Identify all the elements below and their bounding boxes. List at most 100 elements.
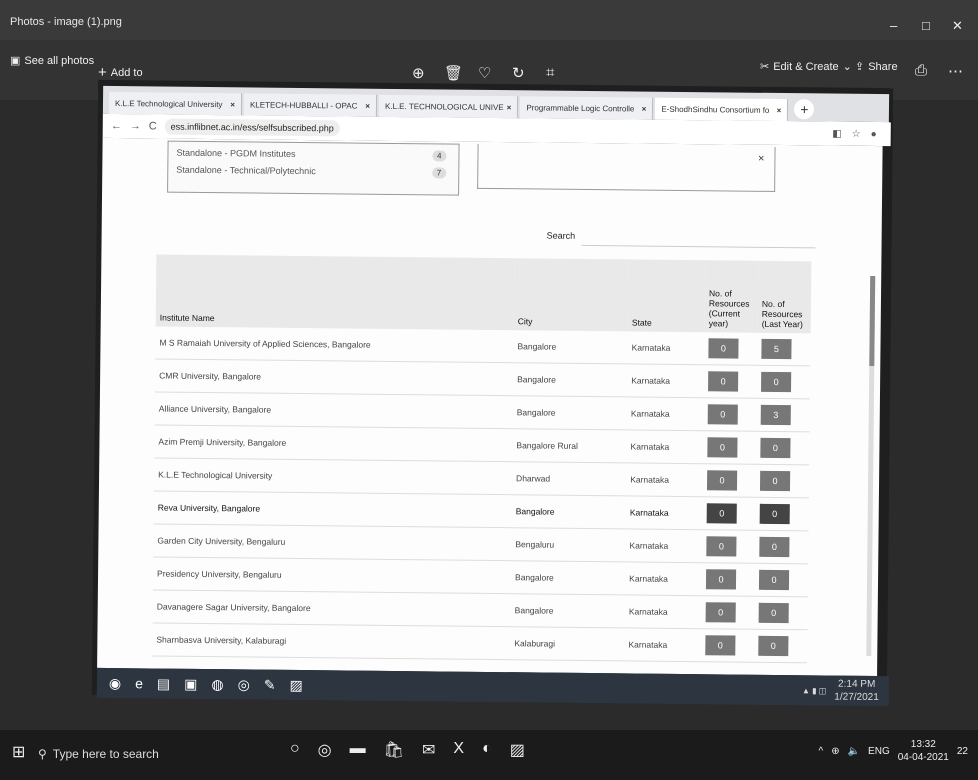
extension-icon[interactable]: ◧: [832, 128, 842, 139]
chrome-icon[interactable]: ◎: [318, 740, 332, 760]
tray-icons: ▲ ▮ ◫: [802, 685, 827, 696]
browser-tab[interactable]: KLETECH-HUBBALLI - OPAC ×: [243, 93, 378, 117]
taskbar-clock[interactable]: 13:32 04-04-2021: [898, 738, 949, 764]
media-icon[interactable]: ▣: [184, 675, 197, 692]
profile-icon[interactable]: ●: [871, 128, 877, 139]
resource-count-button[interactable]: 0: [706, 536, 737, 557]
share-button[interactable]: ⇪ Share: [855, 60, 898, 74]
maximize-icon[interactable]: □: [922, 18, 930, 33]
browser-tab[interactable]: Programmable Logic Controlle ×: [520, 96, 654, 120]
store-icon[interactable]: 🛍: [384, 740, 404, 760]
delete-icon[interactable]: 🗑: [444, 64, 463, 82]
close-icon[interactable]: ×: [365, 101, 370, 110]
search-input[interactable]: [581, 224, 816, 249]
browser-tab-active[interactable]: E-ShodhSindhu Consortium fo ×: [655, 97, 789, 122]
close-icon[interactable]: ×: [777, 105, 782, 114]
back-icon[interactable]: ←: [111, 120, 122, 132]
firefox-icon[interactable]: ◍: [211, 676, 223, 693]
close-icon[interactable]: ×: [758, 153, 765, 165]
print-icon[interactable]: ⎙: [915, 62, 927, 79]
resource-count-button[interactable]: 0: [708, 371, 739, 392]
language-indicator[interactable]: ENG: [868, 746, 890, 757]
table-row: Sharnbasva University, Kalaburagi Kalabur…: [152, 622, 808, 663]
resource-count-button[interactable]: 0: [760, 437, 791, 459]
task-view-icon[interactable]: ○: [290, 740, 300, 760]
search-label: Search: [546, 230, 576, 241]
resource-count-button[interactable]: 3: [760, 404, 791, 426]
windows-start-icon[interactable]: ⊞: [12, 742, 25, 762]
institutes-table: Institute Name City State No. of Resourc…: [152, 254, 812, 663]
close-icon[interactable]: ×: [642, 104, 647, 113]
resource-count-button[interactable]: 0: [761, 371, 792, 393]
resource-count-button[interactable]: 0: [759, 503, 790, 525]
web-page: Standalone - PGDM Institutes 4 Standalon…: [97, 137, 883, 677]
photographed-clock: 2:14 PM 1/27/2021: [834, 678, 879, 704]
resource-count-button[interactable]: 0: [707, 437, 738, 458]
photo-content: K.L.E Technological University × KLETECH-…: [91, 79, 894, 707]
star-icon[interactable]: ☆: [852, 128, 861, 139]
add-to-button[interactable]: + Add to: [98, 64, 143, 81]
photos-icon[interactable]: ▨: [510, 740, 525, 760]
close-icon[interactable]: ×: [230, 100, 235, 109]
start-icon[interactable]: ◉: [109, 674, 121, 691]
chrome-icon[interactable]: ◎: [238, 676, 250, 693]
column-header-city[interactable]: City: [513, 258, 629, 332]
plus-icon: +: [98, 64, 107, 81]
more-icon[interactable]: ⋯: [948, 62, 963, 80]
column-header-last[interactable]: No. of Resources (Last Year): [757, 260, 812, 334]
file-icon[interactable]: ▤: [157, 675, 170, 692]
edge-icon[interactable]: e: [135, 675, 143, 691]
edit-create-button[interactable]: ✂ Edit & Create ⌄: [760, 60, 852, 74]
close-icon[interactable]: ×: [507, 103, 512, 112]
system-tray: ^ ⊕ 🔈 ENG 13:32 04-04-2021 22: [819, 738, 969, 764]
reload-icon[interactable]: C: [149, 120, 157, 132]
zoom-icon[interactable]: ⊕: [412, 64, 425, 82]
resource-count-button[interactable]: 0: [758, 602, 789, 624]
media-player-icon[interactable]: ◐: [482, 740, 492, 760]
forward-icon[interactable]: →: [130, 120, 141, 132]
new-tab-button[interactable]: +: [794, 99, 815, 120]
browser-tab[interactable]: K.L.E Technological University ×: [108, 91, 243, 116]
column-header-current[interactable]: No. of Resources (Current year): [704, 260, 759, 333]
filter-item[interactable]: Standalone - PGDM Institutes 4: [168, 142, 458, 162]
resource-count-button[interactable]: 0: [705, 602, 736, 623]
taskbar-search[interactable]: ⚲ Type here to search: [38, 738, 268, 770]
resource-count-button[interactable]: 0: [759, 536, 790, 558]
column-header-name[interactable]: Institute Name: [155, 254, 515, 331]
photographed-tray: ▲ ▮ ◫ 2:14 PM 1/27/2021: [802, 677, 889, 704]
resource-count-button[interactable]: 0: [706, 470, 738, 491]
resource-count-button[interactable]: 0: [705, 569, 737, 590]
resource-count-button[interactable]: 0: [708, 338, 739, 359]
resource-count-button[interactable]: 0: [758, 569, 790, 591]
network-icon[interactable]: ⊕: [831, 746, 839, 757]
resource-count-button[interactable]: 0: [706, 503, 737, 524]
excel-icon[interactable]: X: [453, 740, 464, 760]
chevron-up-icon[interactable]: ^: [819, 746, 824, 757]
notification-badge[interactable]: 22: [957, 746, 968, 757]
paint-icon[interactable]: ✎: [264, 676, 276, 693]
resource-count-button[interactable]: 0: [705, 635, 736, 656]
resource-count-button[interactable]: 0: [707, 404, 738, 425]
minimize-icon[interactable]: –: [890, 18, 897, 33]
address-bar[interactable]: ess.inflibnet.ac.in/ess/selfsubscribed.p…: [164, 118, 340, 137]
see-all-photos-button[interactable]: ▣ See all photos: [10, 54, 94, 68]
photos-icon[interactable]: ▨: [289, 676, 302, 693]
rotate-icon[interactable]: ↻: [512, 64, 525, 82]
favorite-icon[interactable]: ♡: [478, 64, 491, 82]
browser-tab[interactable]: K.L.E. TECHNOLOGICAL UNIVE ×: [378, 94, 519, 119]
edit-icon: ✂: [760, 61, 770, 73]
column-header-state[interactable]: State: [627, 259, 706, 333]
windows-taskbar: ⊞ ⚲ Type here to search ○ ◎ ▬ 🛍 ✉ X ◐ ▨ …: [0, 730, 978, 780]
resource-count-button[interactable]: 0: [758, 635, 789, 657]
filter-panel: ×: [477, 143, 776, 192]
crop-icon[interactable]: ⌗: [546, 64, 554, 81]
file-explorer-icon[interactable]: ▬: [350, 740, 366, 760]
close-icon[interactable]: ✕: [952, 18, 963, 34]
volume-icon[interactable]: 🔈: [848, 746, 860, 757]
photos-icon: ▣: [10, 55, 21, 67]
filter-item[interactable]: Standalone - Technical/Polytechnic 7: [168, 159, 458, 179]
mail-icon[interactable]: ✉: [422, 740, 435, 760]
page-scrollbar-thumb[interactable]: [869, 275, 876, 366]
resource-count-button[interactable]: 0: [759, 470, 791, 492]
resource-count-button[interactable]: 5: [761, 338, 792, 360]
